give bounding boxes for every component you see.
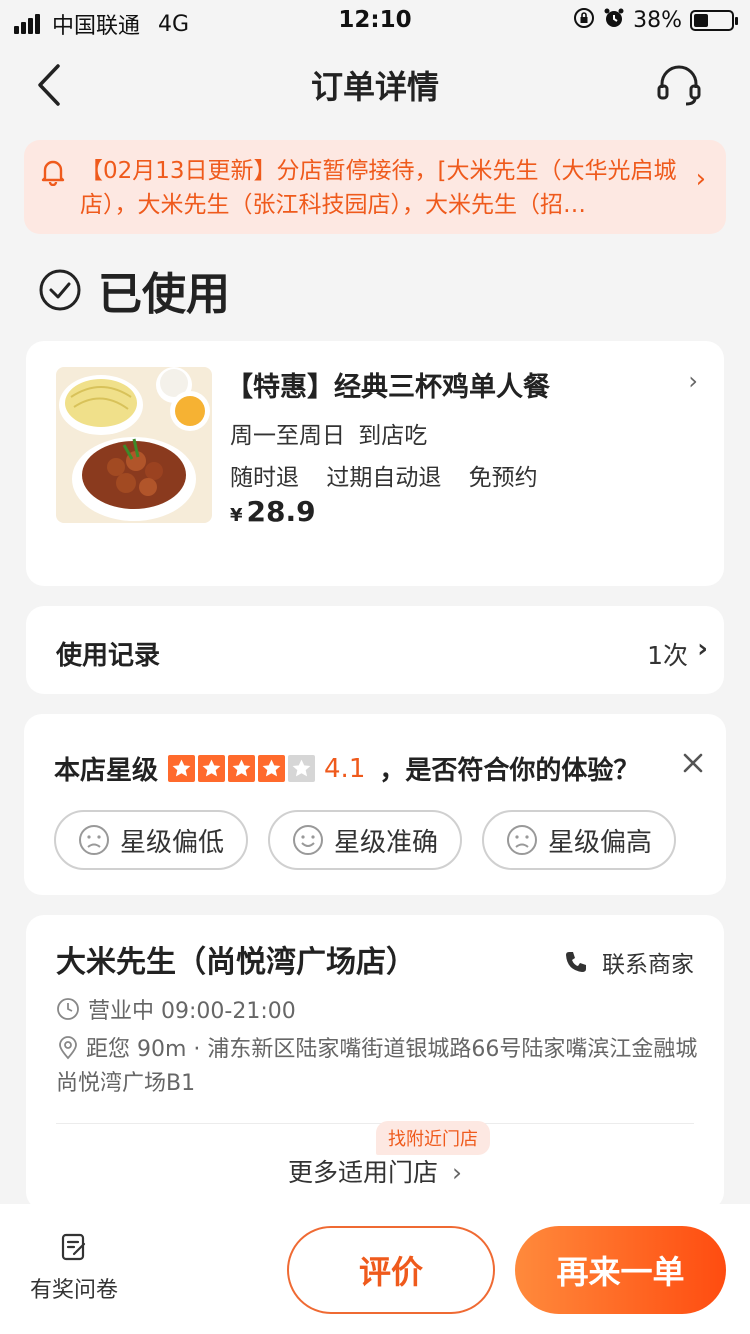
chevron-right-icon: › [697,634,708,664]
product-availability: 周一至周日 到店吃 [230,423,428,449]
product-card[interactable]: 【特惠】经典三杯鸡单人餐 › 周一至周日 到店吃 随时退 过期自动退 免预约 ¥… [26,341,724,586]
product-image [56,367,212,523]
product-price: ¥28.9 [230,495,316,528]
star-filled-icon [198,755,226,782]
close-icon[interactable] [682,752,704,774]
policy-tag: 免预约 [468,465,538,491]
smile-face-icon [292,825,323,855]
chevron-right-icon: › [451,1158,462,1187]
rating-accurate-button[interactable]: 星级准确 [268,810,462,870]
store-hours: 营业中 09:00-21:00 [56,993,296,1025]
battery-percent: 38% [633,8,682,33]
sad-face-icon [78,825,109,855]
location-pin-icon [59,1036,77,1060]
star-rating [168,755,318,782]
more-stores-label: 更多适用门店 [288,1158,439,1187]
page-title: 订单详情 [310,68,439,106]
usage-record-label: 使用记录 [56,641,161,671]
nav-bar: 订单详情 [0,40,750,130]
nearby-store-tag: 找附近门店 [376,1121,490,1155]
rating-option-label: 星级偏高 [547,827,652,858]
phone-icon [566,952,586,972]
star-filled-icon [168,755,196,782]
sad-face-icon [506,825,537,855]
notice-text: 【02月13日更新】分店暂停接待，[大米先生（大华光启城店），大米先生（张江科技… [80,158,677,218]
battery-fill [694,14,708,27]
product-name: 【特惠】经典三杯鸡单人餐 [226,372,550,403]
status-bar: 中国联通 4G 12:10 38% [0,0,750,40]
store-card: 大米先生（尚悦湾广场店） 联系商家 营业中 09:00-21:00 距您 90m… [26,915,724,1210]
chevron-right-icon: › [688,367,698,395]
more-stores-link[interactable]: 更多适用门店 › [26,1153,724,1189]
notice-banner[interactable]: 【02月13日更新】分店暂停接待，[大米先生（大华光启城店），大米先生（张江科技… [24,140,726,234]
rating-question-text: ，是否符合你的体验？ [379,756,640,786]
policy-tag: 随时退 [230,465,299,491]
survey-button[interactable]: 有奖问卷 [22,1232,126,1304]
store-name: 大米先生（尚悦湾广场店） [56,945,416,980]
order-status: 已使用 [38,258,230,322]
star-empty-icon [288,755,316,782]
rating-question: 本店星级 4.1 ，是否符合你的体验？ [54,750,639,787]
survey-icon [61,1233,86,1261]
rating-prefix: 本店星级 [54,756,159,786]
check-circle-icon [38,268,82,312]
usage-record-row[interactable]: 使用记录 1次 › [26,606,724,694]
rating-options: 星级偏低 星级准确 星级偏高 [54,810,696,870]
star-filled-icon [228,755,256,782]
rating-option-label: 星级准确 [333,827,438,858]
contact-label: 联系商家 [602,952,694,978]
price-currency: ¥ [230,505,243,526]
headset-icon[interactable] [656,62,702,108]
status-right: 38% [573,7,738,34]
order-status-label: 已使用 [98,269,230,320]
clock-icon [57,998,79,1020]
store-address-text: 距您 90m · 浦东新区陆家嘴街道银城路66号陆家嘴滨江金融城尚悦湾广场B1 [56,1037,698,1096]
chevron-right-icon: › [695,164,706,194]
battery-icon [690,10,738,31]
star-filled-icon [258,755,286,782]
product-policies: 随时退 过期自动退 免预约 [230,458,558,492]
contact-merchant-button[interactable]: 联系商家 [564,945,694,979]
store-address[interactable]: 距您 90m · 浦东新区陆家嘴街道银城路66号陆家嘴滨江金融城尚悦湾广场B1 [56,1033,706,1101]
rotation-lock-icon [573,7,595,34]
rating-low-button[interactable]: 星级偏低 [54,810,248,870]
bottom-action-bar: 有奖问卷 评价 再来一单 [0,1204,750,1334]
rating-option-label: 星级偏低 [119,827,224,858]
usage-count: 1次 [647,641,688,670]
survey-label: 有奖问卷 [29,1278,118,1303]
rating-high-button[interactable]: 星级偏高 [482,810,676,870]
bell-icon [38,156,68,187]
reorder-button[interactable]: 再来一单 [515,1226,726,1314]
price-value: 28.9 [246,495,316,528]
review-button[interactable]: 评价 [287,1226,495,1314]
rating-survey-card: 本店星级 4.1 ，是否符合你的体验？ 星级偏低 星级准确 星级偏高 [24,714,726,895]
policy-tag: 过期自动退 [326,465,442,491]
rating-score: 4.1 [324,753,366,784]
alarm-icon [603,7,625,34]
divider [56,1123,694,1124]
store-hours-text: 营业中 09:00-21:00 [88,999,296,1024]
